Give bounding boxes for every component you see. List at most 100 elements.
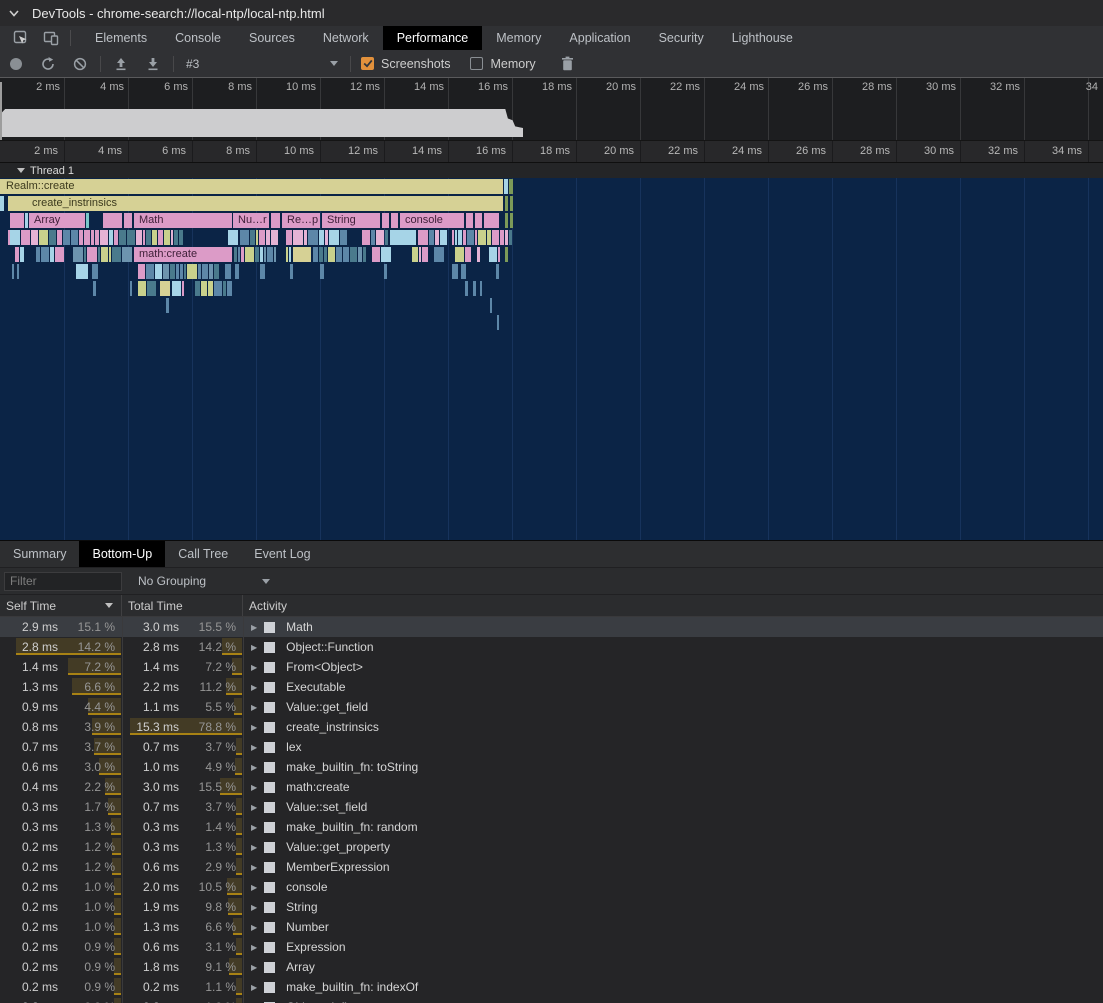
device-toolbar-icon[interactable] xyxy=(36,30,66,46)
flame-bar[interactable] xyxy=(435,230,439,245)
flame-bar[interactable] xyxy=(57,230,62,245)
flame-bar[interactable] xyxy=(467,230,474,245)
flame-bar[interactable] xyxy=(293,230,303,245)
flame-bar[interactable] xyxy=(372,247,380,262)
flame-bar[interactable] xyxy=(164,230,170,245)
flame-bar[interactable] xyxy=(55,247,64,262)
flame-bar[interactable] xyxy=(510,213,513,228)
expand-triangle-icon[interactable]: ▶ xyxy=(251,803,257,812)
flame-bar[interactable] xyxy=(475,213,482,228)
flame-bar[interactable] xyxy=(259,230,265,245)
flame-bar[interactable] xyxy=(452,230,454,245)
flame-bar[interactable] xyxy=(497,315,499,330)
flame-bar[interactable] xyxy=(473,281,476,296)
expand-triangle-icon[interactable]: ▶ xyxy=(251,703,257,712)
timeline-overview[interactable]: 2 ms4 ms6 ms8 ms10 ms12 ms14 ms16 ms18 m… xyxy=(0,78,1103,140)
flame-bar[interactable] xyxy=(293,247,311,262)
flame-bar[interactable] xyxy=(412,247,418,262)
flame-bar[interactable] xyxy=(458,230,462,245)
expand-triangle-icon[interactable]: ▶ xyxy=(251,623,257,632)
flame-bar[interactable] xyxy=(504,179,508,194)
flame-bar[interactable] xyxy=(264,247,266,262)
flame-bar[interactable] xyxy=(429,230,434,245)
flame-bar[interactable] xyxy=(84,230,90,245)
flame-bar[interactable] xyxy=(71,230,78,245)
flame-bar[interactable] xyxy=(422,247,428,262)
flame-bar[interactable] xyxy=(461,264,466,279)
tab-memory[interactable]: Memory xyxy=(482,26,555,50)
flame-bar[interactable] xyxy=(152,230,157,245)
tab-lighthouse[interactable]: Lighthouse xyxy=(718,26,807,50)
table-row[interactable]: 0.2 ms0.9 %1.8 ms9.1 %▶Array xyxy=(0,957,1103,977)
column-header-total-time[interactable]: Total Time xyxy=(122,595,243,616)
flame-bar[interactable] xyxy=(187,264,197,279)
flame-bar[interactable] xyxy=(478,230,486,245)
flame-bar[interactable] xyxy=(195,281,200,296)
flame-bar[interactable] xyxy=(465,281,468,296)
flame-bar[interactable] xyxy=(286,230,292,245)
flame-bar[interactable] xyxy=(171,230,173,245)
flame-bar[interactable] xyxy=(41,247,49,262)
flame-bar[interactable] xyxy=(155,264,162,279)
flame-bar[interactable] xyxy=(31,230,38,245)
flame-bar-array[interactable]: Array xyxy=(29,213,85,228)
flame-bar[interactable] xyxy=(138,281,146,296)
expand-triangle-icon[interactable]: ▶ xyxy=(251,823,257,832)
table-row[interactable]: 0.3 ms1.3 %0.3 ms1.4 %▶make_builtin_fn: … xyxy=(0,817,1103,837)
flame-bar[interactable] xyxy=(289,247,291,262)
flame-bar[interactable] xyxy=(130,281,132,296)
flame-bar[interactable] xyxy=(319,230,324,245)
flame-bar[interactable] xyxy=(225,264,231,279)
flame-bar[interactable] xyxy=(146,264,154,279)
flame-bar[interactable] xyxy=(20,247,24,262)
expand-triangle-icon[interactable]: ▶ xyxy=(251,843,257,852)
table-row[interactable]: 0.2 ms0.9 %0.6 ms3.1 %▶Expression xyxy=(0,937,1103,957)
expand-triangle-icon[interactable]: ▶ xyxy=(251,783,257,792)
flame-bar[interactable] xyxy=(319,247,323,262)
flame-bar[interactable] xyxy=(505,196,508,211)
flamechart-ruler[interactable]: 2 ms4 ms6 ms8 ms10 ms12 ms14 ms16 ms18 m… xyxy=(0,140,1103,163)
expand-triangle-icon[interactable]: ▶ xyxy=(251,983,257,992)
table-row[interactable]: 0.2 ms1.0 %1.3 ms6.6 %▶Number xyxy=(0,917,1103,937)
overview-left-handle[interactable] xyxy=(0,82,2,140)
flame-bar[interactable] xyxy=(255,247,259,262)
flame-bar[interactable] xyxy=(376,230,384,245)
flame-bar[interactable] xyxy=(362,230,370,245)
flame-bar[interactable] xyxy=(103,213,122,228)
table-row[interactable]: 2.8 ms14.2 %2.8 ms14.2 %▶Object::Functio… xyxy=(0,637,1103,657)
window-chevron-icon[interactable] xyxy=(8,7,20,19)
flame-bar[interactable] xyxy=(25,213,28,228)
details-tab-bottom-up[interactable]: Bottom-Up xyxy=(79,541,165,567)
flame-bar[interactable] xyxy=(490,298,492,313)
tab-network[interactable]: Network xyxy=(309,26,383,50)
table-row[interactable]: 0.8 ms3.9 %15.3 ms78.8 %▶create_instrins… xyxy=(0,717,1103,737)
flame-bar[interactable] xyxy=(21,230,30,245)
flame-bar[interactable] xyxy=(313,247,318,262)
flame-bar[interactable] xyxy=(0,196,4,211)
flame-bar[interactable] xyxy=(79,230,83,245)
flame-bar[interactable] xyxy=(480,281,482,296)
flame-bar[interactable] xyxy=(505,230,508,245)
table-row[interactable]: 0.6 ms3.0 %1.0 ms4.9 %▶make_builtin_fn: … xyxy=(0,757,1103,777)
flame-bar[interactable] xyxy=(50,247,54,262)
flame-bar[interactable] xyxy=(496,264,499,279)
tab-performance[interactable]: Performance xyxy=(383,26,483,50)
expand-triangle-icon[interactable]: ▶ xyxy=(251,763,257,772)
expand-triangle-icon[interactable]: ▶ xyxy=(251,643,257,652)
flame-bar[interactable] xyxy=(260,264,265,279)
flame-bar[interactable] xyxy=(463,230,466,245)
flame-bar[interactable] xyxy=(100,230,108,245)
flame-bar[interactable] xyxy=(10,213,24,228)
expand-triangle-icon[interactable]: ▶ xyxy=(251,923,257,932)
flame-bar[interactable] xyxy=(214,281,222,296)
table-row[interactable]: 0.9 ms4.4 %1.1 ms5.5 %▶Value::get_field xyxy=(0,697,1103,717)
flame-bar[interactable] xyxy=(15,247,19,262)
record-button[interactable] xyxy=(0,57,32,71)
flame-bar[interactable] xyxy=(198,264,201,279)
flame-bar[interactable] xyxy=(138,264,145,279)
details-tab-summary[interactable]: Summary xyxy=(0,541,79,567)
flame-bar[interactable] xyxy=(201,281,207,296)
flame-bar[interactable] xyxy=(391,213,398,228)
flame-bar-re-p[interactable]: Re…p xyxy=(282,213,320,228)
flame-bar[interactable] xyxy=(122,247,132,262)
